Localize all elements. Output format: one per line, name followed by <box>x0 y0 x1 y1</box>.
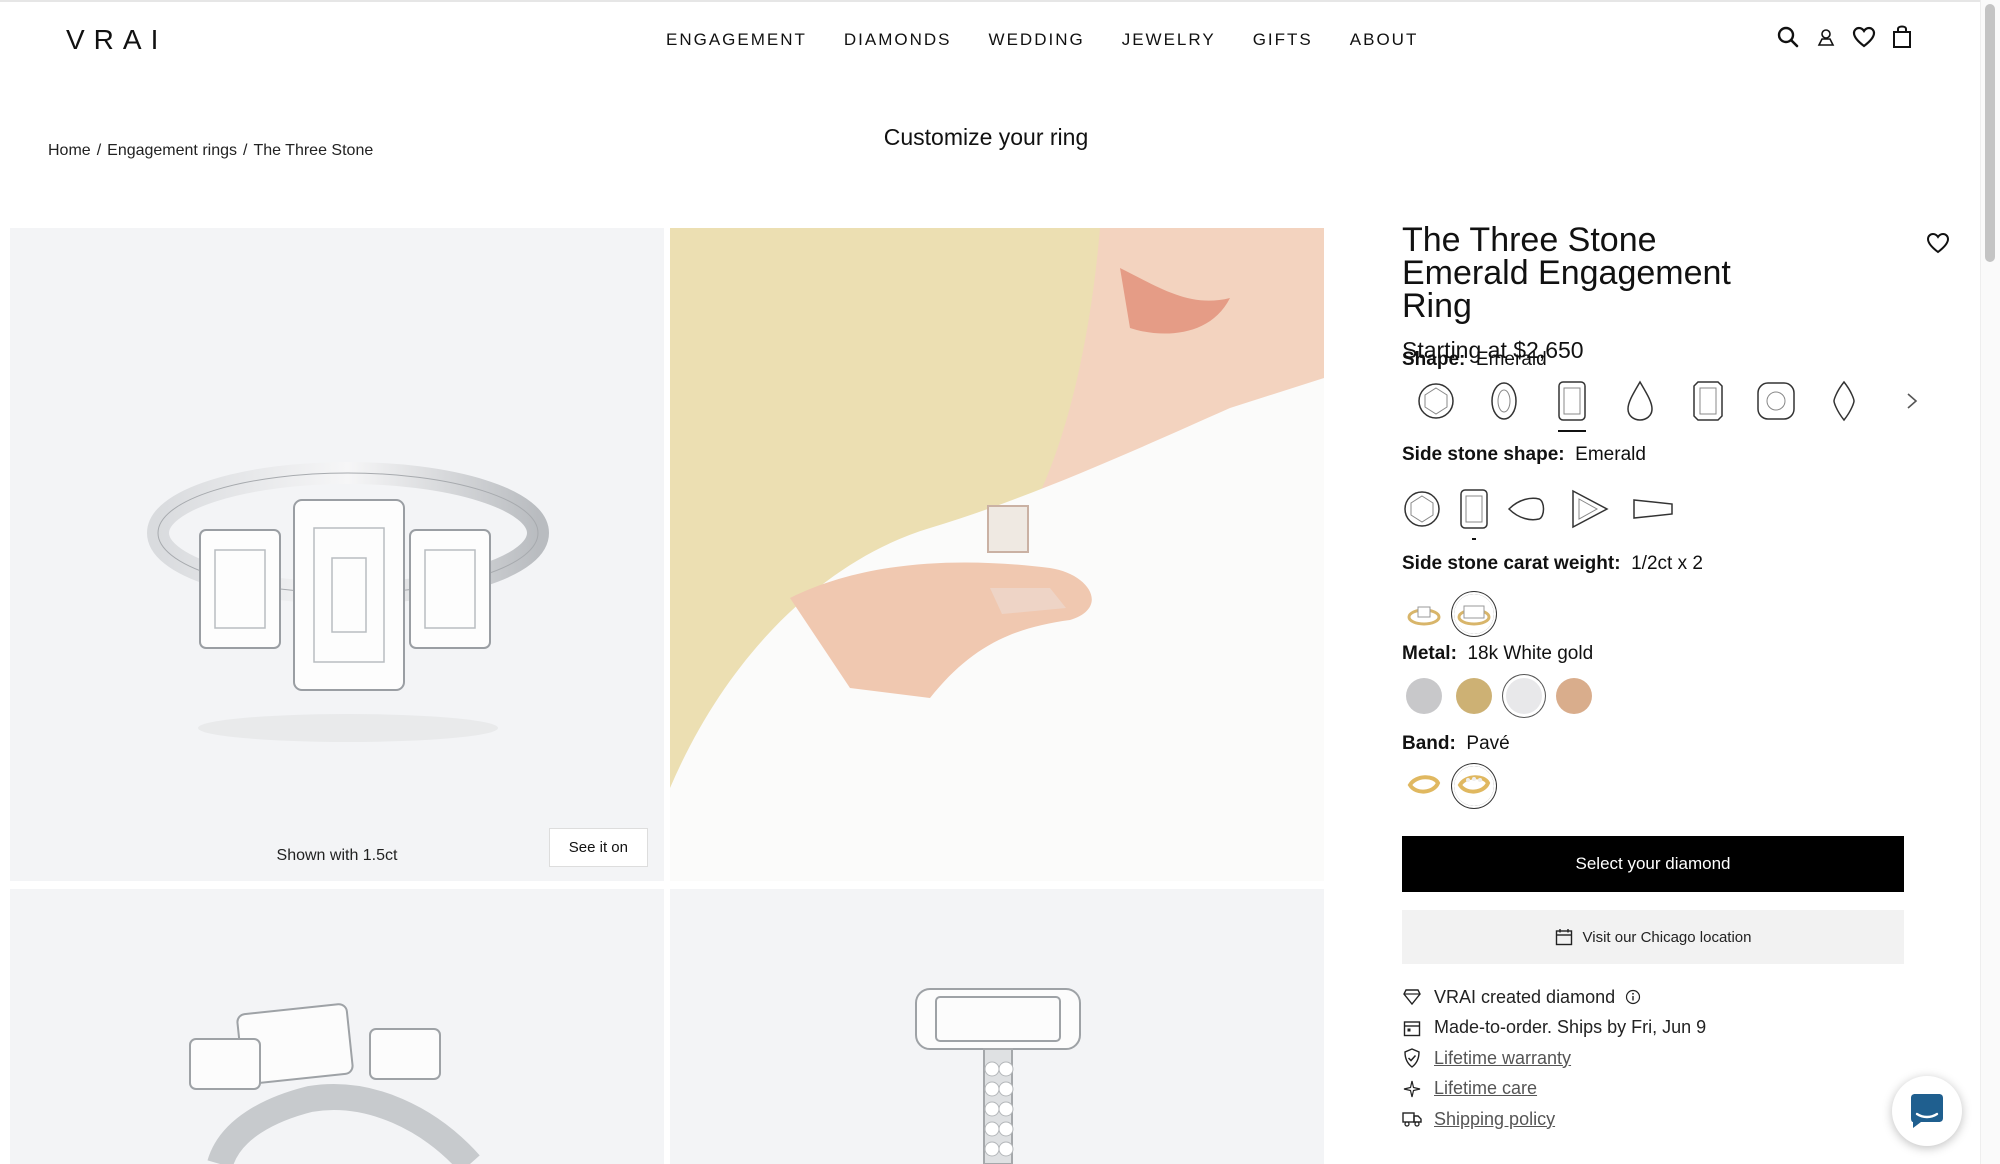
product-panel: The Three Stone Emerald Engagement Ring … <box>1402 221 1962 364</box>
chevron-right-icon[interactable] <box>1878 376 1946 426</box>
side-shape-round[interactable] <box>1392 484 1452 534</box>
vrai-logo[interactable]: VRAI <box>66 24 167 56</box>
header-icons <box>1776 24 1914 50</box>
band-options <box>1404 766 1504 806</box>
chat-button[interactable] <box>1892 1076 1962 1146</box>
shopping-bag-icon[interactable] <box>1890 24 1914 50</box>
page-heading: Customize your ring <box>883 124 1089 150</box>
side-shape-emerald[interactable] <box>1452 484 1496 540</box>
band-option-plain[interactable] <box>1404 766 1444 806</box>
wishlist-heart-icon[interactable] <box>1852 24 1876 50</box>
shape-radiant[interactable] <box>1674 376 1742 426</box>
metal-swatch-white-gold[interactable] <box>1506 678 1542 714</box>
side-stone-shape-value: Emerald <box>1575 444 1646 465</box>
scrollbar-thumb[interactable] <box>1985 4 1995 262</box>
metal-swatch-rose-gold[interactable] <box>1556 678 1592 714</box>
product-title: The Three Stone Emerald Engagement Ring <box>1402 221 1731 325</box>
favorite-heart-icon[interactable] <box>1926 232 1950 259</box>
diamond-icon <box>1402 987 1422 1007</box>
nav-gifts[interactable]: GIFTS <box>1253 30 1313 50</box>
shape-oval[interactable] <box>1470 376 1538 426</box>
account-icon[interactable] <box>1814 24 1838 50</box>
sparkle-icon <box>1402 1079 1422 1099</box>
shipping-policy-link[interactable]: Shipping policy <box>1434 1109 1555 1130</box>
side-stone-carat-label: Side stone carat weight: 1/2ct x 2 <box>1402 553 1703 574</box>
chat-bubble-icon <box>1911 1094 1943 1128</box>
main-nav: ENGAGEMENT DIAMONDS WEDDING JEWELRY GIFT… <box>666 30 1455 50</box>
feature-list: VRAI created diamond Made-to-order. Ship… <box>1402 982 1706 1135</box>
band-label: Band: Pavé <box>1402 733 1510 754</box>
shape-label: Shape: Emerald <box>1402 349 1547 370</box>
ring-illustration <box>147 462 549 742</box>
product-image-side[interactable] <box>670 889 1324 1164</box>
side-stone-carat-value: 1/2ct x 2 <box>1631 553 1703 574</box>
feature-created-diamond: VRAI created diamond <box>1402 982 1706 1013</box>
metal-swatch-yellow-gold[interactable] <box>1456 678 1492 714</box>
search-icon[interactable] <box>1776 24 1800 50</box>
select-diamond-button[interactable]: Select your diamond <box>1402 836 1904 892</box>
calendar-icon <box>1555 929 1572 946</box>
calendar-icon <box>1402 1018 1422 1038</box>
feature-care: Lifetime care <box>1402 1074 1706 1105</box>
shape-pear[interactable] <box>1606 376 1674 426</box>
nav-wedding[interactable]: WEDDING <box>989 30 1085 50</box>
side-stone-carat-options <box>1404 594 1504 634</box>
metal-label: Metal: 18k White gold <box>1402 643 1594 664</box>
ring-side-illustration <box>915 988 1081 1164</box>
shape-options <box>1402 376 1946 432</box>
feature-warranty: Lifetime warranty <box>1402 1043 1706 1074</box>
nav-engagement[interactable]: ENGAGEMENT <box>666 30 807 50</box>
product-image-model[interactable] <box>670 228 1324 881</box>
product-image-main[interactable]: Shown with 1.5ct See it on <box>10 228 664 881</box>
visit-location-label: Visit our Chicago location <box>1582 928 1752 946</box>
nav-diamonds[interactable]: DIAMONDS <box>844 30 952 50</box>
product-image-angle[interactable] <box>10 889 664 1164</box>
shape-value: Emerald <box>1475 349 1547 370</box>
ring-angle-illustration <box>189 1003 480 1164</box>
feature-ships-by-text: Made-to-order. Ships by Fri, Jun 9 <box>1434 1017 1707 1038</box>
shield-check-icon <box>1402 1048 1422 1069</box>
shape-cushion[interactable] <box>1742 376 1810 426</box>
side-stone-shape-options <box>1392 484 1686 540</box>
carat-option-small[interactable] <box>1404 594 1444 634</box>
metal-value: 18k White gold <box>1467 643 1594 664</box>
feature-ships-by: Made-to-order. Ships by Fri, Jun 9 <box>1402 1013 1706 1044</box>
side-shape-tapered-baguette[interactable] <box>1620 484 1686 534</box>
feature-shipping: Shipping policy <box>1402 1104 1706 1135</box>
feature-created-diamond-text: VRAI created diamond <box>1434 986 1616 1007</box>
band-value: Pavé <box>1466 733 1510 754</box>
model-photo <box>670 228 1324 881</box>
side-stone-shape-label: Side stone shape: Emerald <box>1402 444 1646 465</box>
metal-options <box>1406 678 1606 714</box>
lifetime-care-link[interactable]: Lifetime care <box>1434 1078 1537 1099</box>
nav-jewelry[interactable]: JEWELRY <box>1122 30 1216 50</box>
metal-swatch-platinum[interactable] <box>1406 678 1442 714</box>
side-shape-trillion[interactable] <box>1558 484 1620 534</box>
nav-about[interactable]: ABOUT <box>1350 30 1419 50</box>
visit-location-button[interactable]: Visit our Chicago location <box>1402 910 1904 964</box>
see-it-on-button[interactable]: See it on <box>548 828 648 867</box>
side-shape-pear[interactable] <box>1496 484 1558 534</box>
shape-emerald[interactable] <box>1538 376 1606 432</box>
info-icon[interactable] <box>1625 989 1641 1005</box>
shape-marquise[interactable] <box>1810 376 1878 426</box>
top-border <box>0 0 1980 2</box>
lifetime-warranty-link[interactable]: Lifetime warranty <box>1434 1048 1571 1069</box>
carat-option-large[interactable] <box>1454 594 1494 634</box>
band-option-pave[interactable] <box>1454 766 1494 806</box>
truck-icon <box>1402 1109 1422 1129</box>
shape-round[interactable] <box>1402 376 1470 426</box>
